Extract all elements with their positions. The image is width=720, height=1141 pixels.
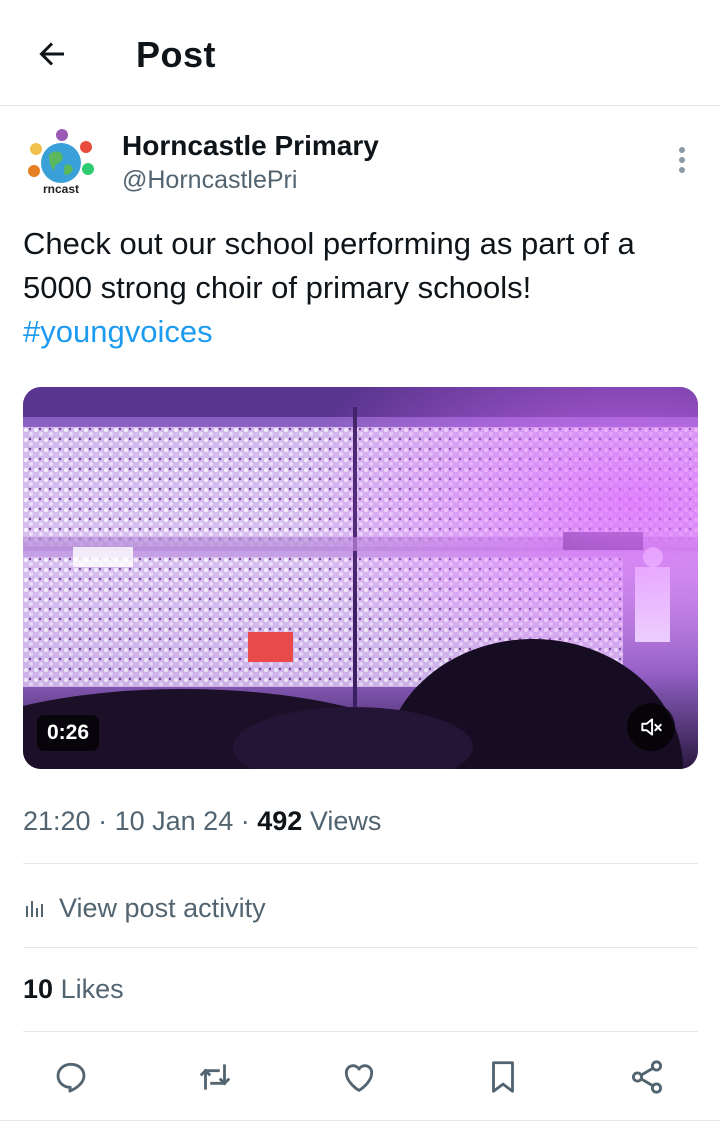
svg-text:rncast: rncast	[43, 182, 79, 196]
post-body: Check out our school performing as part …	[23, 226, 635, 305]
divider	[0, 1120, 720, 1121]
likes-label: Likes	[60, 974, 124, 1004]
repost-icon	[199, 1064, 231, 1090]
like-icon	[344, 1064, 374, 1092]
like-button[interactable]	[336, 1054, 382, 1100]
bookmark-icon	[492, 1061, 514, 1093]
bookmark-button[interactable]	[480, 1054, 526, 1100]
hashtag-link[interactable]: #youngvoices	[23, 310, 703, 354]
author-handle[interactable]: @HorncastlePri	[122, 166, 297, 195]
views-label: Views	[309, 806, 382, 836]
page-title: Post	[136, 34, 217, 75]
top-bar: Post	[0, 0, 720, 106]
repost-button[interactable]	[192, 1054, 238, 1100]
video-player[interactable]: 0:26	[23, 387, 698, 769]
divider	[23, 863, 698, 864]
share-button[interactable]	[624, 1054, 670, 1100]
post-text: Check out our school performing as part …	[23, 222, 703, 354]
more-options-button[interactable]	[664, 140, 700, 180]
post-metadata: 21:20 · 10 Jan 24 · 492 Views	[23, 806, 381, 837]
divider	[23, 947, 698, 948]
likes-count: 10	[23, 974, 54, 1004]
divider	[23, 1031, 698, 1032]
meta-separator: ·	[240, 806, 250, 836]
arrow-left-icon	[39, 42, 64, 66]
back-button[interactable]	[30, 32, 74, 76]
reply-button[interactable]	[48, 1054, 94, 1100]
volume-muted-icon	[641, 718, 662, 736]
video-duration: 0:26	[37, 715, 100, 751]
action-bar	[0, 1054, 720, 1100]
video-frame	[23, 387, 698, 769]
post-time[interactable]: 21:20	[23, 806, 91, 836]
post-date[interactable]: 10 Jan 24	[115, 806, 234, 836]
share-icon	[631, 1060, 663, 1094]
author-display-name[interactable]: Horncastle Primary	[122, 130, 379, 162]
avatar[interactable]: rncast	[22, 127, 100, 205]
view-post-activity-label: View post activity	[59, 892, 266, 923]
reply-icon	[56, 1062, 86, 1093]
views-count: 492	[257, 806, 303, 836]
more-vertical-icon	[679, 147, 685, 173]
likes-count-link[interactable]: 10 Likes	[23, 974, 124, 1005]
mute-button[interactable]	[627, 703, 675, 751]
meta-separator: ·	[98, 806, 108, 836]
view-post-activity-link[interactable]: View post activity	[23, 890, 266, 926]
analytics-icon	[23, 896, 47, 920]
